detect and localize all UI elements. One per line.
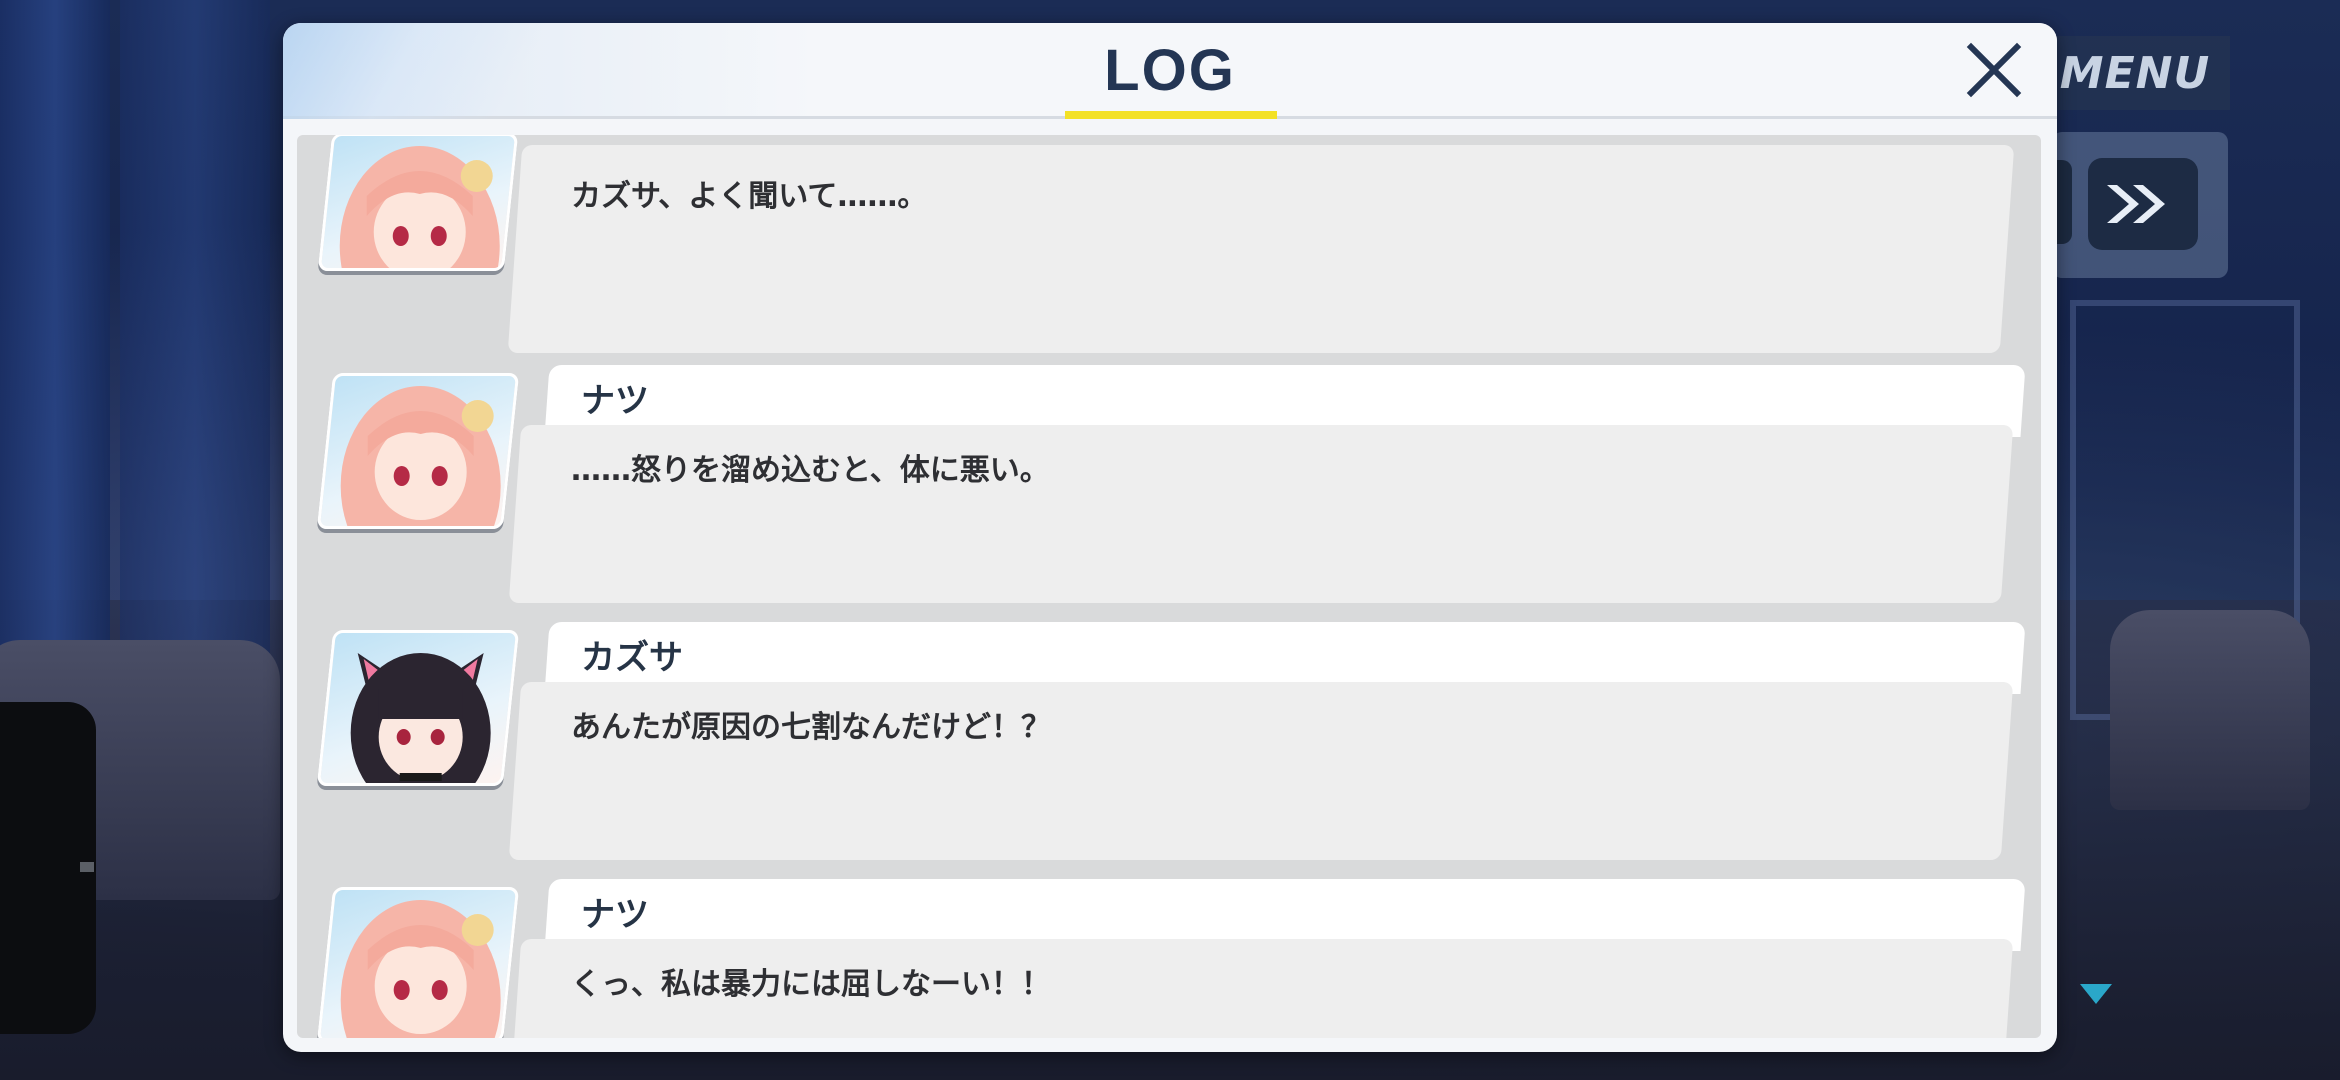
speaker-avatar [316, 630, 520, 786]
log-list[interactable]: カズサ、よく聞いて……。 ナツ ……怒りを溜め込むと、体に悪い。 カズサ あんた… [297, 135, 2041, 1038]
speaker-avatar [316, 887, 520, 1038]
log-header: LOG [283, 23, 2057, 119]
pink-hair-girl-portrait [339, 146, 500, 271]
scroll-down-icon[interactable] [2080, 984, 2112, 1004]
message-text: くっ、私は暴力には屈しなーい！！ [571, 967, 1051, 1002]
speaker-name: ナツ [581, 381, 649, 421]
pink-hair-girl-portrait [340, 386, 501, 529]
pink-hair-girl-portrait [340, 900, 501, 1038]
log-entry: カズサ あんたが原因の七割なんだけど！？ [297, 622, 2041, 862]
fast-forward-icon [2107, 185, 2165, 223]
background-curtain [120, 0, 270, 680]
log-entry: カズサ、よく聞いて……。 [297, 135, 2041, 353]
log-title: LOG [1104, 38, 1236, 103]
log-entry: ナツ くっ、私は暴力には屈しなーい！！ [297, 879, 2041, 1038]
speaker-name: ナツ [581, 895, 649, 935]
close-icon [1966, 42, 2022, 98]
title-underline [1065, 111, 1277, 119]
menu-button[interactable]: MENU [2040, 36, 2230, 110]
message-text: あんたが原因の七割なんだけど！？ [571, 710, 1051, 745]
background-curtain [0, 0, 110, 680]
close-button[interactable] [1963, 39, 2025, 101]
message-text: カズサ、よく聞いて……。 [571, 179, 928, 214]
speaker-name: カズサ [581, 638, 683, 678]
background-chair [2110, 610, 2310, 810]
skip-button[interactable] [2088, 158, 2198, 250]
log-window: LOG カズサ、よく聞いて……。 ナツ ……怒りを溜め込むと、体に悪い。 カズサ… [283, 23, 2057, 1052]
speaker-avatar [317, 135, 519, 271]
message-text: ……怒りを溜め込むと、体に悪い。 [571, 453, 1050, 488]
side-panel-handle[interactable] [80, 862, 94, 872]
speaker-avatar [316, 373, 520, 529]
log-entry: ナツ ……怒りを溜め込むと、体に悪い。 [297, 365, 2041, 605]
black-hair-cat-ear-girl-portrait [350, 653, 491, 786]
